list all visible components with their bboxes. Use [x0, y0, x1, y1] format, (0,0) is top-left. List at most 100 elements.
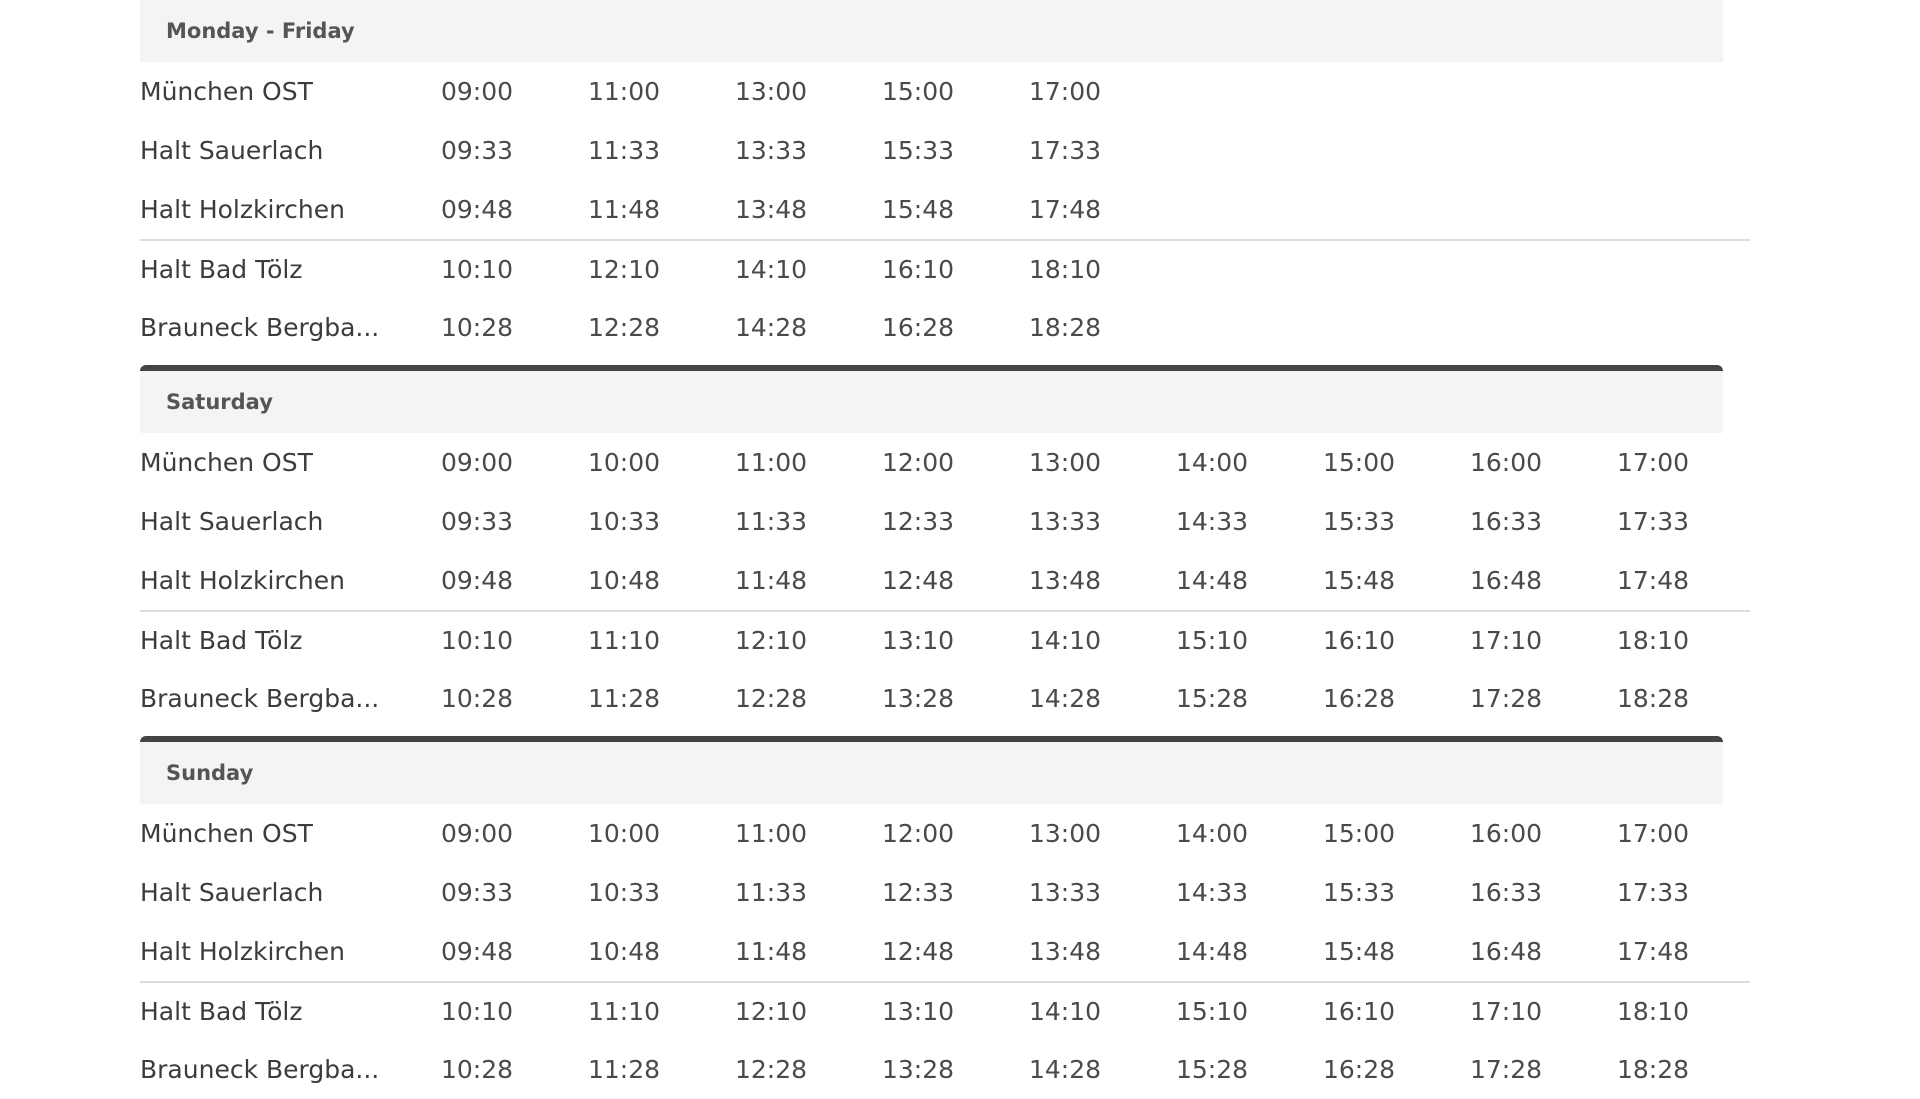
departure-time: 09:48	[441, 195, 514, 224]
stop-name: Halt Bad Tölz	[140, 997, 303, 1026]
departure-time: 12:33	[882, 507, 955, 536]
departure-time: 12:33	[882, 878, 955, 907]
departure-time: 14:10	[735, 255, 808, 284]
departure-time: 11:28	[588, 1055, 661, 1084]
departure-time: 09:33	[441, 507, 514, 536]
timetable-row: München OST 09:00 11:00 13:00 15:00 17:00	[140, 62, 1750, 121]
stop-name: Halt Holzkirchen	[140, 937, 345, 966]
departure-time: 17:33	[1029, 136, 1102, 165]
departure-time: 09:00	[441, 819, 514, 848]
departure-time: 15:00	[882, 77, 955, 106]
departure-time: 11:10	[588, 626, 661, 655]
departure-time: 15:33	[1323, 507, 1396, 536]
departure-time: 15:33	[882, 136, 955, 165]
departure-time: 14:48	[1176, 937, 1249, 966]
departure-time: 15:33	[1323, 878, 1396, 907]
departure-time: 16:10	[1323, 626, 1396, 655]
departure-time: 15:10	[1176, 626, 1249, 655]
timetable-row: Halt Holzkirchen 09:48 10:48 11:48 12:48 13:4…	[140, 922, 1750, 981]
departure-time: 12:28	[588, 313, 661, 342]
stop-name: München OST	[140, 77, 313, 106]
timetable-row: Brauneck Bergba... 10:28 12:28 14:28 16:28 18…	[140, 298, 1750, 357]
departure-time: 12:28	[735, 684, 808, 713]
departure-time: 10:10	[441, 626, 514, 655]
timetable-row: München OST 09:00 10:00 11:00 12:00 13:00 14:0…	[140, 433, 1750, 492]
departure-time: 14:10	[1029, 997, 1102, 1026]
departure-time: 18:28	[1029, 313, 1102, 342]
departure-time: 17:00	[1617, 448, 1690, 477]
departure-time: 09:48	[441, 566, 514, 595]
departure-time: 13:48	[1029, 566, 1102, 595]
departure-time: 13:00	[735, 77, 808, 106]
departure-time: 16:33	[1470, 507, 1543, 536]
departure-time: 09:00	[441, 77, 514, 106]
departure-time: 14:28	[1029, 684, 1102, 713]
timetable-row: Halt Sauerlach 09:33 10:33 11:33 12:33 13:33 1…	[140, 492, 1750, 551]
departure-time: 15:48	[1323, 937, 1396, 966]
departure-time: 17:48	[1617, 937, 1690, 966]
departure-time: 15:48	[1323, 566, 1396, 595]
departure-time: 10:00	[588, 448, 661, 477]
departure-time: 14:10	[1029, 626, 1102, 655]
departure-time: 11:00	[588, 77, 661, 106]
departure-time: 10:00	[588, 819, 661, 848]
departure-time: 10:10	[441, 997, 514, 1026]
departure-time: 14:33	[1176, 507, 1249, 536]
departure-time: 18:28	[1617, 684, 1690, 713]
departure-time: 13:48	[1029, 937, 1102, 966]
departure-time: 16:28	[1323, 684, 1396, 713]
departure-time: 11:33	[588, 136, 661, 165]
departure-time: 10:33	[588, 507, 661, 536]
departure-time: 10:48	[588, 937, 661, 966]
departure-time: 11:10	[588, 997, 661, 1026]
departure-time: 15:28	[1176, 1055, 1249, 1084]
schedule-section: Monday - Friday München OST 09:00 11:00 13:0…	[140, 0, 1750, 357]
departure-time: 11:48	[588, 195, 661, 224]
departure-time: 18:10	[1617, 997, 1690, 1026]
departure-time: 13:33	[735, 136, 808, 165]
departure-time: 14:00	[1176, 448, 1249, 477]
schedule-section: Sunday München OST 09:00 10:00 11:00 12:00 13:…	[140, 736, 1750, 1099]
departure-time: 10:28	[441, 684, 514, 713]
departure-time: 11:33	[735, 507, 808, 536]
departure-time: 17:33	[1617, 878, 1690, 907]
departure-time: 12:00	[882, 448, 955, 477]
departure-time: 09:33	[441, 136, 514, 165]
section-header: Saturday	[140, 371, 1723, 433]
departure-time: 09:33	[441, 878, 514, 907]
stop-name: Halt Bad Tölz	[140, 255, 303, 284]
departure-time: 13:33	[1029, 878, 1102, 907]
departure-time: 17:00	[1029, 77, 1102, 106]
departure-time: 09:00	[441, 448, 514, 477]
departure-time: 15:48	[882, 195, 955, 224]
departure-time: 11:28	[588, 684, 661, 713]
stop-name: Brauneck Bergba...	[140, 684, 380, 713]
departure-time: 12:10	[735, 626, 808, 655]
departure-time: 10:33	[588, 878, 661, 907]
stop-name: Halt Sauerlach	[140, 878, 324, 907]
stop-name: Brauneck Bergba...	[140, 313, 380, 342]
timetable-row: Halt Holzkirchen 09:48 11:48 13:48 15:48 17:4…	[140, 180, 1750, 239]
departure-time: 16:33	[1470, 878, 1543, 907]
departure-time: 17:10	[1470, 626, 1543, 655]
departure-time: 14:48	[1176, 566, 1249, 595]
timetable-row: Halt Sauerlach 09:33 10:33 11:33 12:33 13:33 1…	[140, 863, 1750, 922]
section-header: Monday - Friday	[140, 0, 1723, 62]
stop-name: Halt Holzkirchen	[140, 566, 345, 595]
timetable-row: Halt Holzkirchen 09:48 10:48 11:48 12:48 13:4…	[140, 551, 1750, 610]
stop-name: Halt Bad Tölz	[140, 626, 303, 655]
timetable-row: Halt Bad Tölz 10:10 12:10 14:10 16:10 18:10	[140, 239, 1750, 298]
departure-time: 16:10	[882, 255, 955, 284]
departure-time: 16:00	[1470, 448, 1543, 477]
departure-time: 16:28	[882, 313, 955, 342]
timetable-row: Halt Bad Tölz 10:10 11:10 12:10 13:10 14:10 15…	[140, 610, 1750, 669]
departure-time: 16:48	[1470, 937, 1543, 966]
departure-time: 10:28	[441, 313, 514, 342]
timetable-row: Halt Sauerlach 09:33 11:33 13:33 15:33 17:33	[140, 121, 1750, 180]
departure-time: 17:33	[1617, 507, 1690, 536]
departure-time: 13:48	[735, 195, 808, 224]
departure-time: 12:10	[735, 997, 808, 1026]
departure-time: 11:33	[735, 878, 808, 907]
stop-name: Halt Holzkirchen	[140, 195, 345, 224]
departure-time: 13:33	[1029, 507, 1102, 536]
